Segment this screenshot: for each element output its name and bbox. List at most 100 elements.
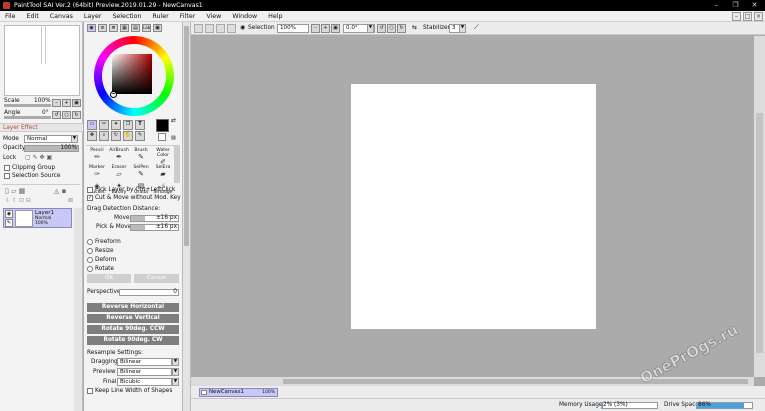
rotate-reset-button[interactable]: ○ (62, 111, 71, 119)
chevron-down-icon[interactable]: ▼ (172, 358, 179, 366)
ok-button[interactable]: OK (87, 274, 131, 283)
reset-colors-icon[interactable]: ▨ (171, 134, 176, 142)
canvas-horizontal-scrollbar[interactable] (191, 377, 754, 386)
freeform-radio[interactable] (87, 239, 93, 245)
menu-view[interactable]: View (206, 13, 221, 20)
final-select[interactable]: Bicubic (117, 378, 172, 386)
swap-colors-icon[interactable]: ⇄ (171, 117, 176, 125)
brush-scrollbar[interactable] (174, 145, 180, 183)
layer-row[interactable]: ◉ ✎ Layer1 Normal 100% (3, 208, 72, 228)
keep-line-width-checkbox[interactable] (87, 388, 93, 394)
rotate-cw-icon[interactable]: ↻ (397, 24, 406, 33)
flip-icon[interactable]: ⇆ (412, 24, 417, 32)
copy-icon[interactable]: ❐ (123, 120, 133, 130)
eraser-tool[interactable]: Eraser ▱ (108, 165, 130, 181)
clipping-group-checkbox[interactable] (4, 165, 10, 171)
canvas-paper[interactable] (351, 84, 596, 329)
tb-placeholder-2[interactable] (205, 24, 214, 33)
menu-ruler[interactable]: Ruler (152, 13, 168, 20)
delete-layer-icon[interactable]: ◬ ▪ (54, 187, 66, 195)
chevron-down-icon[interactable]: ▼ (367, 24, 374, 33)
rgb-slider-tab[interactable]: ≡ (98, 24, 107, 32)
saturation-value-square[interactable] (112, 54, 152, 94)
line-tool-icon[interactable]: ⟋ (474, 23, 479, 31)
layer-effect-header[interactable]: Layer Effect (0, 123, 83, 132)
menu-canvas[interactable]: Canvas (50, 13, 73, 20)
restore-button[interactable]: ❐ (726, 0, 745, 11)
tb-placeholder-3[interactable] (216, 24, 225, 33)
hsv-slider-tab[interactable]: ≣ (109, 24, 118, 32)
zoom-icon[interactable]: ⌕ (99, 131, 109, 141)
tb-placeholder-1[interactable] (194, 24, 203, 33)
menu-restore-button[interactable]: □ (743, 12, 752, 21)
menu-selection[interactable]: Selection (112, 13, 141, 20)
menu-edit[interactable]: Edit (27, 13, 39, 20)
eye-icon[interactable]: ◉ (5, 210, 13, 218)
menu-filter[interactable]: Filter (180, 13, 196, 20)
zoom-out-button[interactable]: – (311, 24, 320, 33)
marker-tool[interactable]: Marker ✑ (86, 165, 108, 181)
dragging-select[interactable]: Bilinear (117, 358, 172, 366)
brush-tool[interactable]: Brush ✎ (130, 148, 152, 164)
reverse-horizontal-button[interactable]: Reverse Horizontal (87, 303, 179, 312)
chevron-down-icon[interactable]: ▼ (71, 135, 78, 143)
move-distance-slider[interactable]: ±16 px (130, 215, 179, 222)
new-layer-icon[interactable]: ▯ ▱ ▦ (5, 187, 25, 195)
cancel-button[interactable]: Cancel (134, 274, 179, 283)
lab-tab[interactable]: Lab (142, 24, 151, 32)
lock-icons[interactable]: ▢ ✎ ✥ ▣ (25, 154, 52, 162)
menu-layer[interactable]: Layer (84, 13, 102, 20)
rotate-left-button[interactable]: ↺ (52, 111, 61, 119)
blend-mode-select[interactable]: Normal (24, 135, 72, 143)
swatches-tab[interactable]: ▦ (120, 24, 129, 32)
chevron-down-icon[interactable]: ▼ (172, 378, 179, 386)
airbrush-tool[interactable]: AirBrush ✒ (108, 148, 130, 164)
rotate-icon[interactable]: ↻ (111, 131, 121, 141)
secondary-color-swatch[interactable] (158, 133, 166, 141)
rotate-radio[interactable] (87, 266, 93, 272)
color-wheel-tab[interactable]: ◉ (87, 24, 96, 32)
selpen-tool[interactable]: SelPen ✎ (130, 165, 152, 181)
vertical-scroll-thumb[interactable] (756, 113, 763, 353)
menu-window[interactable]: Window (232, 13, 257, 20)
scrollbar-thumb[interactable] (184, 26, 189, 246)
tool-panel-scrollbar[interactable] (183, 22, 191, 411)
magic-wand-icon[interactable]: ✦ (111, 120, 121, 130)
zoom-in-button[interactable]: + (321, 24, 330, 33)
canvas-tab[interactable]: NewCanvas1 100% (199, 388, 278, 397)
opacity-slider[interactable]: 100% (24, 145, 79, 152)
cut-move-checkbox[interactable]: ✓ (87, 195, 93, 201)
rotate-ccw-button[interactable]: Rotate 90deg. CCW (87, 325, 179, 334)
primary-color-swatch[interactable] (156, 119, 169, 132)
horizontal-scroll-thumb[interactable] (283, 379, 748, 384)
scratchpad-tab[interactable]: ▤ (131, 24, 140, 32)
hand-icon[interactable]: ✋ (123, 131, 133, 141)
pick-move-slider[interactable]: ±16 px (130, 224, 179, 231)
brush-lock-icon[interactable]: ✎ (5, 219, 13, 227)
zoom-reset-button[interactable]: ▣ (72, 99, 81, 107)
text-tool-icon[interactable]: T (135, 120, 145, 130)
selera-tool[interactable]: SelEra ▰ (152, 165, 174, 181)
resize-radio[interactable] (87, 248, 93, 254)
rotate-ccw-icon[interactable]: ↺ (377, 24, 386, 33)
zoom-fit-button[interactable]: ▣ (331, 24, 340, 33)
close-button[interactable]: ✕ (745, 0, 764, 11)
selection-source-checkbox[interactable] (4, 173, 10, 179)
reverse-vertical-button[interactable]: Reverse Vertical (87, 314, 179, 323)
chevron-down-icon[interactable]: ▼ (459, 24, 466, 33)
rotate-cw-button[interactable]: Rotate 90deg. CW (87, 336, 179, 345)
zoom-field[interactable]: 100% (277, 24, 309, 33)
menu-help[interactable]: Help (268, 13, 282, 20)
rotate-reset-icon[interactable]: ○ (387, 24, 396, 33)
chevron-down-icon[interactable]: ▼ (172, 368, 179, 376)
rotate-right-button[interactable]: ↻ (72, 111, 81, 119)
menu-file[interactable]: File (5, 13, 16, 20)
eyedropper-icon[interactable]: ✎ (135, 131, 145, 141)
layer-scrollbar[interactable] (74, 208, 82, 411)
zoom-out-button[interactable]: – (52, 99, 61, 107)
select-rect-icon[interactable]: ▭ (87, 120, 97, 130)
deform-radio[interactable] (87, 257, 93, 263)
eye-icon[interactable]: ◉ (240, 24, 245, 32)
zoom-in-button[interactable]: + (62, 99, 71, 107)
lasso-icon[interactable]: ✂ (99, 120, 109, 130)
